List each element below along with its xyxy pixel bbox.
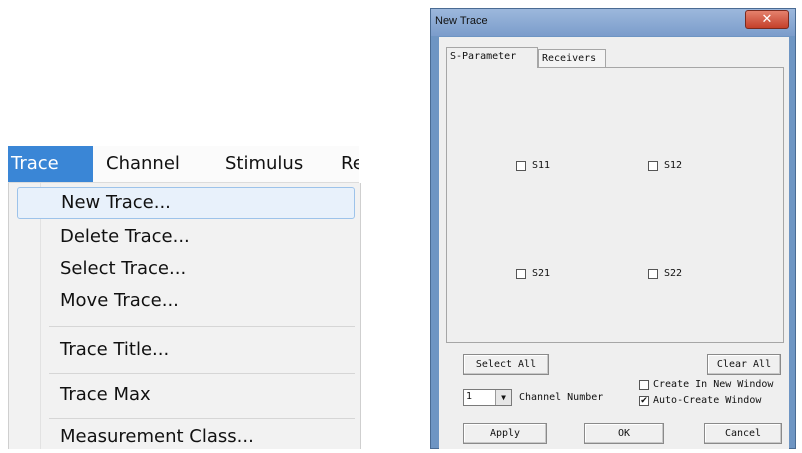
menu-item-delete-trace[interactable]: Delete Trace... (17, 221, 355, 253)
checkbox-box-checked[interactable]: ✔ (639, 395, 649, 406)
close-button[interactable]: ✕ (745, 10, 789, 29)
menu-bar: Trace Channel Stimulus Re (8, 146, 359, 183)
chevron-down-icon[interactable]: ▼ (495, 390, 511, 405)
close-icon: ✕ (761, 12, 773, 27)
clear-all-button[interactable]: Clear All (707, 354, 781, 375)
checkbox-box[interactable] (516, 160, 526, 171)
checkbox-box[interactable] (648, 268, 658, 279)
menu-separator (49, 326, 355, 327)
checkbox-label: Auto-Create Window (653, 395, 762, 406)
channel-number-label: Channel Number (519, 392, 604, 403)
channel-number-value: 1 (466, 391, 473, 402)
checkbox-label: S21 (532, 268, 551, 279)
menu-item-new-trace[interactable]: New Trace... (17, 187, 355, 219)
checkbox-label: S12 (664, 160, 683, 171)
new-trace-dialog: New Trace ✕ S-Parameter Receivers S11 S1… (430, 8, 796, 449)
channel-number-select[interactable]: 1 ▼ (463, 389, 512, 406)
menu-stimulus[interactable]: Stimulus (225, 146, 303, 182)
checkbox-box[interactable] (648, 160, 658, 171)
checkbox-s12[interactable]: S12 (648, 160, 682, 171)
cancel-button[interactable]: Cancel (704, 423, 782, 444)
checkbox-auto-create-window[interactable]: ✔ Auto-Create Window (639, 395, 761, 406)
checkbox-s22[interactable]: S22 (648, 268, 682, 279)
checkbox-label: S11 (532, 160, 551, 171)
checkbox-s21[interactable]: S21 (516, 268, 550, 279)
checkbox-box[interactable] (639, 379, 649, 390)
menu-separator (49, 418, 355, 419)
tab-s-parameter[interactable]: S-Parameter (446, 47, 538, 68)
dialog-title: New Trace (435, 15, 488, 27)
tab-receivers[interactable]: Receivers (538, 49, 606, 67)
checkbox-create-in-new-window[interactable]: Create In New Window (639, 379, 773, 390)
menu-response-truncated[interactable]: Re (341, 146, 359, 182)
menu-item-measurement-class[interactable]: Measurement Class... (17, 421, 355, 453)
menu-trace[interactable]: Trace (8, 146, 93, 182)
checkbox-label: S22 (664, 268, 683, 279)
dialog-titlebar[interactable]: New Trace ✕ (431, 9, 795, 36)
s-parameter-panel: S11 S12 S21 S22 (446, 67, 784, 343)
trace-menu: New Trace... Delete Trace... Select Trac… (8, 183, 361, 449)
ok-button[interactable]: OK (584, 423, 664, 444)
menu-separator (49, 373, 355, 374)
checkbox-s11[interactable]: S11 (516, 160, 550, 171)
apply-button[interactable]: Apply (463, 423, 547, 444)
menu-channel[interactable]: Channel (106, 146, 180, 182)
select-all-button[interactable]: Select All (463, 354, 549, 375)
checkbox-box[interactable] (516, 268, 526, 279)
menu-item-trace-title[interactable]: Trace Title... (17, 334, 355, 366)
menu-item-select-trace[interactable]: Select Trace... (17, 253, 355, 285)
menu-item-move-trace[interactable]: Move Trace... (17, 285, 355, 317)
checkbox-label: Create In New Window (653, 379, 774, 390)
dialog-body: S-Parameter Receivers S11 S12 S21 S22 Se… (439, 37, 789, 449)
menu-item-trace-max[interactable]: Trace Max (17, 379, 355, 411)
